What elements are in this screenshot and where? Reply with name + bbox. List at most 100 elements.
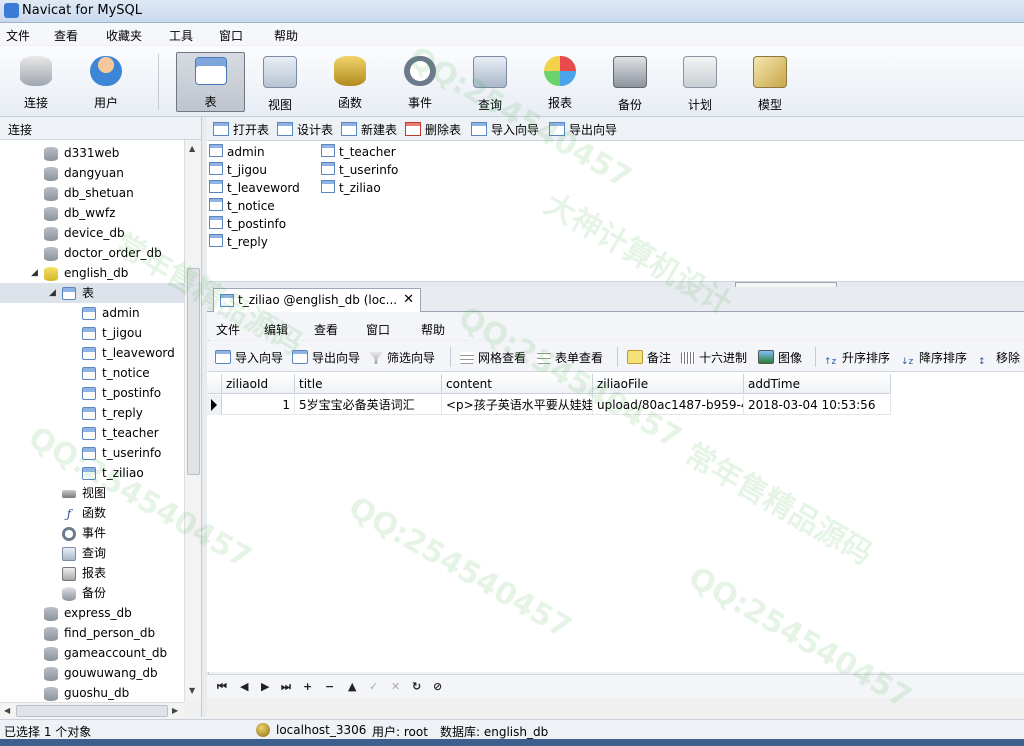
table-cell[interactable]: 2018-03-04 10:53:56: [744, 395, 891, 415]
tree-item-database[interactable]: db_wwfz: [44, 203, 115, 223]
object-item-table[interactable]: t_jigou: [209, 161, 267, 179]
object-item-table[interactable]: t_reply: [209, 233, 268, 251]
object-item-table[interactable]: t_leaveword: [209, 179, 300, 197]
design-table-button[interactable]: 设计表: [277, 121, 333, 138]
inner-menu-file[interactable]: 文件: [216, 321, 240, 338]
table-cell[interactable]: <p>孩子英语水平要从娃娃: [442, 395, 593, 415]
object-item-table[interactable]: t_userinfo: [321, 161, 398, 179]
image-button[interactable]: 图像: [758, 349, 802, 366]
object-list[interactable]: admin t_jigou t_leaveword t_notice t_pos…: [207, 141, 1024, 281]
scrollbar-thumb[interactable]: [187, 268, 200, 475]
tree-item-tables-node[interactable]: 表: [62, 283, 94, 303]
object-item-table[interactable]: t_postinfo: [209, 215, 286, 233]
report-button[interactable]: 报表: [528, 52, 592, 110]
tree-item-database[interactable]: doctor_order_db: [44, 243, 162, 263]
tree-item-table[interactable]: admin: [82, 303, 140, 323]
tree-item-table[interactable]: t_notice: [82, 363, 150, 383]
menu-tools[interactable]: 工具: [169, 27, 193, 44]
column-header-title[interactable]: title: [295, 374, 442, 394]
add-record-icon[interactable]: +: [303, 680, 312, 693]
delete-table-button[interactable]: 删除表: [405, 121, 461, 138]
import-wizard-button[interactable]: 导入向导: [471, 121, 539, 138]
tree-horizontal-scrollbar[interactable]: ◀ ▶: [0, 702, 184, 719]
sort-descending-button[interactable]: ↓z 降序排序: [901, 349, 967, 368]
tree-item-database[interactable]: dangyuan: [44, 163, 124, 183]
tree-item-database[interactable]: d331web: [44, 143, 119, 163]
collapse-icon[interactable]: ◢: [31, 268, 41, 278]
delete-record-icon[interactable]: −: [325, 680, 334, 693]
tree-item-database[interactable]: guoshu_db: [44, 683, 129, 702]
tree-item-table[interactable]: t_reply: [82, 403, 143, 423]
hex-button[interactable]: 十六进制: [681, 349, 747, 366]
tree-item-database[interactable]: gameaccount_db: [44, 643, 167, 663]
import-wizard-button[interactable]: 导入向导: [215, 349, 283, 366]
filter-wizard-button[interactable]: 筛选向导: [369, 349, 435, 366]
tree-item-database[interactable]: express_db: [44, 603, 132, 623]
open-table-button[interactable]: 打开表: [213, 121, 269, 138]
refresh-icon[interactable]: ↻: [412, 680, 421, 693]
menu-help[interactable]: 帮助: [274, 27, 298, 44]
scroll-left-icon[interactable]: ◀: [4, 706, 10, 715]
first-record-icon[interactable]: ⏮: [217, 680, 227, 694]
scrollbar-thumb[interactable]: [16, 705, 168, 717]
menu-file[interactable]: 文件: [6, 27, 30, 44]
function-button[interactable]: 函数: [318, 52, 382, 110]
object-item-table[interactable]: admin: [209, 143, 265, 161]
apply-changes-icon[interactable]: ✓: [369, 680, 378, 693]
table-cell[interactable]: 5岁宝宝必备英语词汇: [295, 395, 442, 415]
scroll-down-icon[interactable]: ▼: [189, 686, 195, 695]
remove-sort-button[interactable]: ↕ 移除: [978, 349, 1020, 368]
tree-item-database[interactable]: device_db: [44, 223, 125, 243]
connection-button[interactable]: 连接: [4, 52, 68, 110]
tab-t-ziliao[interactable]: t_ziliao @english_db (loc... ✕: [213, 288, 421, 312]
collapse-icon[interactable]: ◢: [49, 288, 59, 298]
tree-item-table[interactable]: t_jigou: [82, 323, 142, 343]
object-item-table[interactable]: t_notice: [209, 197, 275, 215]
tree-item-table[interactable]: t_teacher: [82, 423, 159, 443]
tree-item-table[interactable]: t_leaveword: [82, 343, 175, 363]
export-wizard-button[interactable]: 导出向导: [549, 121, 617, 138]
column-header-ziliaofile[interactable]: ziliaoFile: [593, 374, 744, 394]
tree-item-reports[interactable]: 报表: [62, 563, 106, 583]
inner-menu-view[interactable]: 查看: [314, 321, 338, 338]
previous-record-icon[interactable]: ◀: [240, 680, 248, 693]
discard-changes-icon[interactable]: ✕: [391, 680, 400, 693]
row-indicator[interactable]: [207, 395, 222, 415]
grid-view-button[interactable]: 网格查看: [460, 349, 526, 366]
schedule-button[interactable]: 计划: [668, 52, 732, 112]
tree-vertical-scrollbar[interactable]: ▲ ▼: [184, 140, 202, 702]
stop-icon[interactable]: ⊘: [433, 680, 442, 693]
tree-item-table[interactable]: t_ziliao: [82, 463, 144, 483]
new-table-button[interactable]: 新建表: [341, 121, 397, 138]
scroll-right-icon[interactable]: ▶: [172, 706, 178, 715]
object-item-table[interactable]: t_teacher: [321, 143, 396, 161]
sort-ascending-button[interactable]: ↑z 升序排序: [824, 349, 890, 368]
edit-record-icon[interactable]: ▲: [348, 680, 356, 693]
menu-favorites[interactable]: 收藏夹: [106, 27, 142, 44]
view-button[interactable]: 视图: [248, 52, 312, 112]
column-header-content[interactable]: content: [442, 374, 593, 394]
column-header-addtime[interactable]: addTime: [744, 374, 891, 394]
close-icon[interactable]: ✕: [403, 292, 414, 307]
column-header-ziliaoid[interactable]: ziliaoId: [222, 374, 295, 394]
tree-item-views[interactable]: 视图: [62, 483, 106, 503]
next-record-icon[interactable]: ▶: [261, 680, 269, 693]
tree-item-table[interactable]: t_userinfo: [82, 443, 161, 463]
scroll-up-icon[interactable]: ▲: [189, 144, 195, 153]
tree-item-queries[interactable]: 查询: [62, 543, 106, 563]
inner-menu-help[interactable]: 帮助: [421, 321, 445, 338]
table-button[interactable]: 表: [176, 52, 245, 112]
tree-item-database[interactable]: find_person_db: [44, 623, 155, 643]
tree-item-database[interactable]: db_shetuan: [44, 183, 134, 203]
memo-button[interactable]: 备注: [627, 349, 671, 366]
tree-item-functions[interactable]: ƒ 函数: [62, 503, 106, 523]
tree-item-events[interactable]: 事件: [62, 523, 106, 543]
connection-tree[interactable]: d331web dangyuan db_shetuan db_wwfz devi…: [0, 140, 184, 702]
tree-item-open-database[interactable]: english_db: [44, 263, 128, 283]
table-cell[interactable]: upload/80ac1487-b959-4: [593, 395, 744, 415]
last-record-icon[interactable]: ⏭: [281, 680, 291, 694]
table-cell[interactable]: 1: [222, 395, 295, 415]
inner-menu-window[interactable]: 窗口: [366, 321, 390, 338]
inner-menu-edit[interactable]: 编辑: [264, 321, 288, 338]
event-button[interactable]: 事件: [388, 52, 452, 110]
